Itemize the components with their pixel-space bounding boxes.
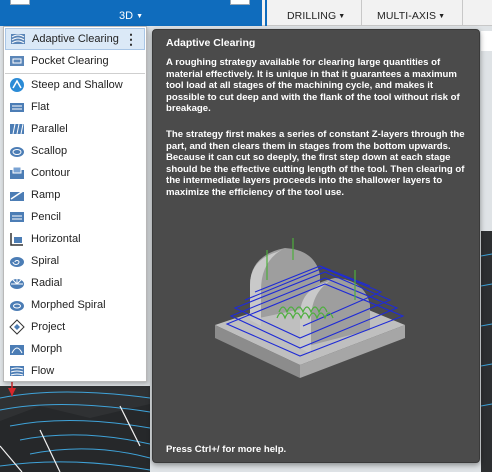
multiaxis-label: MULTI-AXIS <box>377 10 437 22</box>
menu-item-label: Spiral <box>31 255 60 267</box>
3d-dropdown-button[interactable]: 3D ▼ <box>0 7 262 26</box>
chevron-down-icon: ▼ <box>338 13 346 20</box>
ribbon-toolbar: 3D ▼ DRILLING ▼ MULTI-AXIS ▼ <box>0 0 492 26</box>
menu-item-label: Parallel <box>31 123 68 135</box>
menu-item-spiral[interactable]: Spiral <box>5 250 145 272</box>
multiaxis-dropdown-button[interactable]: MULTI-AXIS ▼ <box>377 10 445 22</box>
menu-item-label: Steep and Shallow <box>31 79 123 91</box>
milling-3d-strategy-menu: Adaptive Clearing ⋮ Pocket Clearing Stee… <box>3 26 147 382</box>
drilling-dropdown-button[interactable]: DRILLING ▼ <box>287 10 345 22</box>
menu-item-label: Radial <box>31 277 63 289</box>
menu-item-label: Pencil <box>31 211 61 223</box>
menu-item-label: Morph <box>31 343 63 355</box>
flow-icon <box>10 366 24 376</box>
menu-item-ramp[interactable]: Ramp <box>5 184 145 206</box>
menu-item-label: Flat <box>31 101 50 113</box>
menu-item-flat[interactable]: Flat <box>5 96 145 118</box>
pencil-icon <box>10 212 24 222</box>
menu-item-label: Morphed Spiral <box>31 299 106 311</box>
chevron-down-icon: ▼ <box>438 13 446 20</box>
menu-item-project[interactable]: Project <box>5 316 145 338</box>
menu-item-label: Ramp <box>31 189 61 201</box>
menu-item-label: Horizontal <box>31 233 81 245</box>
pocket-clearing-icon <box>10 56 24 66</box>
tooltip-title: Adaptive Clearing <box>166 37 256 49</box>
menu-item-horizontal[interactable]: Horizontal <box>5 228 145 250</box>
ribbon-tab-strip <box>0 0 262 7</box>
adaptive-clearing-illustration <box>215 238 405 378</box>
menu-item-pencil[interactable]: Pencil <box>5 206 145 228</box>
radial-icon <box>10 279 24 289</box>
tooltip-paragraph: A roughing strategy available for cleari… <box>166 57 460 115</box>
ramp-icon <box>10 190 24 201</box>
toolbar-separator <box>265 0 267 26</box>
morphed-spiral-icon <box>10 301 24 311</box>
toolbar-divider <box>462 0 463 26</box>
tooltip-paragraph: The strategy first makes a series of con… <box>166 129 465 198</box>
menu-item-radial[interactable]: Radial <box>5 272 145 294</box>
menu-item-label: Contour <box>31 167 71 179</box>
menu-item-scallop[interactable]: Scallop <box>5 140 145 162</box>
menu-item-label: Flow <box>31 365 55 377</box>
tooltip-help-hint: Press Ctrl+/ for more help. <box>166 444 287 455</box>
contour-icon <box>10 166 24 179</box>
ribbon-tab-control[interactable] <box>230 0 250 5</box>
chevron-down-icon: ▼ <box>136 13 143 20</box>
menu-item-pocket-clearing[interactable]: Pocket Clearing <box>5 50 145 72</box>
menu-item-adaptive-clearing[interactable]: Adaptive Clearing ⋮ <box>5 28 145 50</box>
menu-item-contour[interactable]: Contour <box>5 162 145 184</box>
3d-dropdown-label: 3D <box>119 10 134 22</box>
menu-item-parallel[interactable]: Parallel <box>5 118 145 140</box>
toolbar-divider <box>361 0 362 26</box>
menu-item-label: Scallop <box>31 145 68 157</box>
ribbon-tab-control[interactable] <box>10 0 30 5</box>
adaptive-clearing-icon <box>11 34 25 44</box>
menu-item-flow[interactable]: Flow <box>5 360 145 382</box>
menu-item-morphed-spiral[interactable]: Morphed Spiral <box>5 294 145 316</box>
menu-item-label: Project <box>31 321 66 333</box>
menu-item-steep-and-shallow[interactable]: Steep and Shallow <box>5 74 145 96</box>
horizontal-icon <box>10 233 23 246</box>
menu-item-label: Adaptive Clearing <box>32 33 119 45</box>
steep-and-shallow-icon <box>10 78 24 92</box>
flat-icon <box>10 103 24 112</box>
project-icon <box>9 319 25 335</box>
morph-icon <box>10 345 24 355</box>
scallop-icon <box>10 147 24 157</box>
strategy-tooltip: Adaptive Clearing A roughing strategy av… <box>152 29 480 463</box>
more-options-icon[interactable]: ⋮ <box>124 31 138 47</box>
spiral-icon <box>10 257 24 267</box>
drilling-label: DRILLING <box>287 10 337 22</box>
menu-item-morph[interactable]: Morph <box>5 338 145 360</box>
menu-item-label: Pocket Clearing <box>31 55 109 67</box>
parallel-icon <box>10 123 24 135</box>
